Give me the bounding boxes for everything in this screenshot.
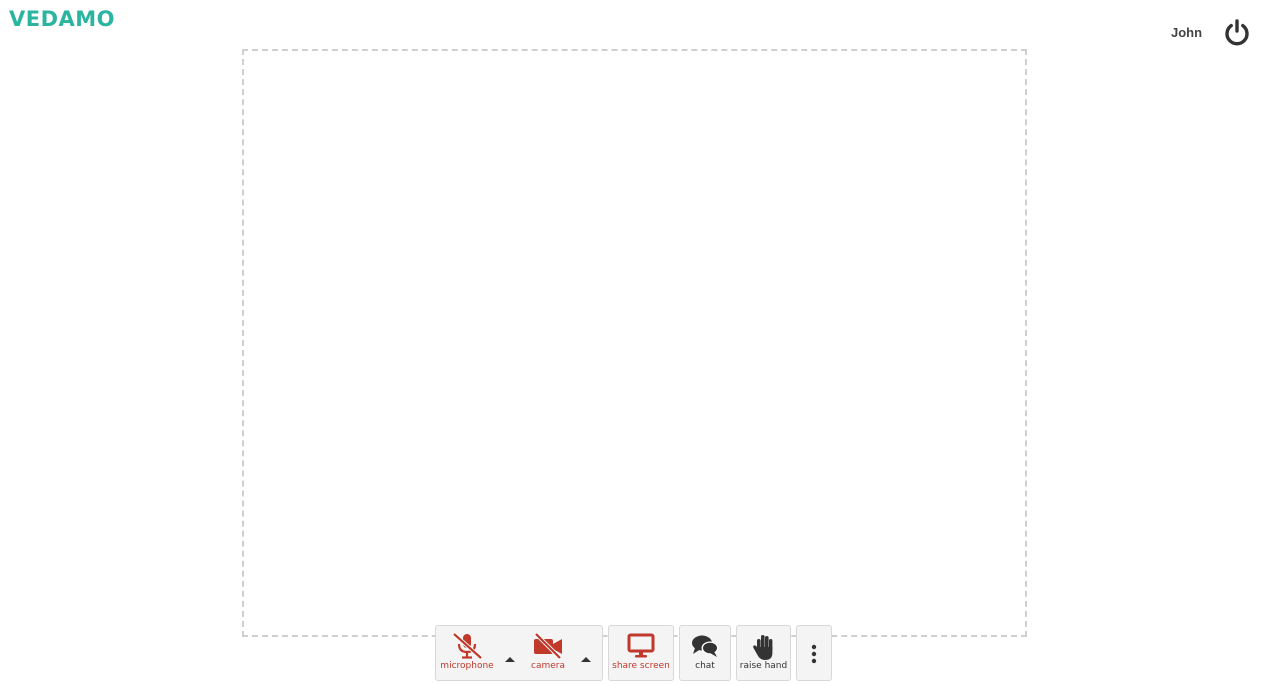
raise-hand-label: raise hand <box>739 661 788 671</box>
logout-button[interactable] <box>1222 17 1252 47</box>
user-name: John <box>1171 25 1203 40</box>
monitor-icon <box>627 633 655 658</box>
more-options-group <box>796 625 832 681</box>
share-screen-button[interactable]: share screen <box>609 626 673 680</box>
hand-icon <box>752 635 772 660</box>
whiteboard-area[interactable] <box>242 49 1027 637</box>
microphone-label: microphone <box>440 661 494 671</box>
raise-hand-group: raise hand <box>736 625 791 681</box>
microphone-button[interactable]: microphone <box>436 626 498 680</box>
microphone-options-caret[interactable] <box>504 650 516 662</box>
power-icon <box>1225 19 1249 46</box>
audio-video-group: microphone camera <box>435 625 603 681</box>
raise-hand-button[interactable]: raise hand <box>737 626 790 680</box>
virtual-classroom: VEDAMO John microphone camera share scre… <box>0 0 1266 684</box>
camera-label: camera <box>531 661 565 671</box>
share-screen-label: share screen <box>612 661 670 671</box>
microphone-off-icon <box>452 633 483 659</box>
chat-group: chat <box>679 625 731 681</box>
vedamo-logo: VEDAMO <box>9 7 116 31</box>
more-vertical-icon <box>811 644 817 664</box>
camera-button[interactable]: camera <box>522 626 574 680</box>
share-screen-group: share screen <box>608 625 674 681</box>
chat-button[interactable]: chat <box>680 626 730 680</box>
caret-up-icon <box>581 657 591 662</box>
camera-off-icon <box>534 633 562 659</box>
camera-options-caret[interactable] <box>580 650 592 662</box>
chat-bubbles-icon <box>692 635 719 657</box>
caret-up-icon <box>505 657 515 662</box>
chat-label: chat <box>695 661 715 671</box>
more-options-button[interactable] <box>797 626 831 680</box>
